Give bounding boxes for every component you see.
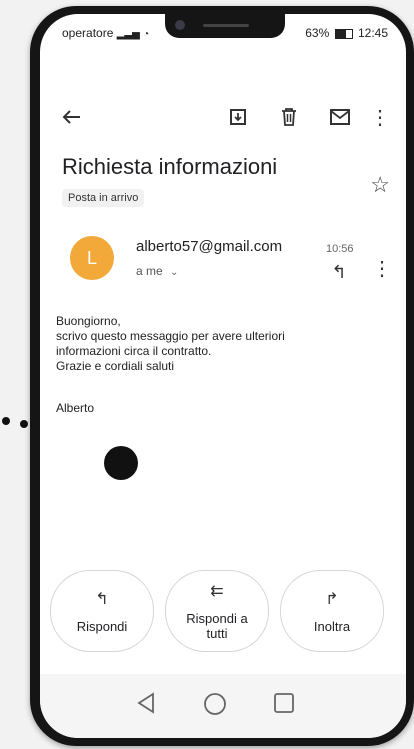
recipient-label: a me [136,264,163,278]
more-vert-icon[interactable]: ⋮ [372,254,392,282]
toolbar: ⋮ [40,102,406,132]
back-arrow-icon[interactable] [56,102,86,132]
status-bar: operatore ▂▃▅ ◔ 63% 12:45 [40,14,406,52]
wifi-icon: ◔ [143,29,150,40]
envelope-icon[interactable] [325,102,355,132]
camera-notch [165,14,285,38]
reply-label: Rispondi [76,618,128,634]
email-subject: Richiesta informazioni [62,154,278,179]
recipient-toggle[interactable]: a me ⌄ [136,264,178,278]
speaker-icon [203,24,249,27]
pointer-dot [104,446,138,480]
camera-icon [175,20,185,30]
home-circle-icon[interactable] [203,692,227,721]
back-triangle-icon[interactable] [136,692,156,719]
inbox-label-badge[interactable]: Posta in arrivo [62,189,145,207]
trash-icon[interactable] [274,102,304,132]
archive-icon[interactable] [223,102,253,132]
forward-button[interactable]: ↱ Inoltra [280,570,384,652]
body-line: Buongiorno, [56,314,121,328]
reply-icon: ↰ [95,590,109,608]
clock: 12:45 [357,26,388,40]
body-line: informazioni circa il contratto. [56,344,212,358]
body-line: Grazie e cordiali saluti [56,359,175,373]
reply-all-icon: ⇇ [210,583,224,600]
body-line: scrivo questo messaggio per avere ulteri… [56,329,285,343]
email-signature: Alberto [56,401,95,415]
battery-level: 63% [305,26,330,40]
reply-all-button[interactable]: ⇇ Rispondi a tutti [165,570,269,652]
avatar[interactable]: L [70,236,114,280]
reply-all-label: Rispondi a tutti [186,611,248,641]
android-nav-bar [40,674,406,738]
signal-icon: ▂▃▅ [116,29,140,40]
phone-screen: operatore ▂▃▅ ◔ 63% 12:45 ⋮ Richiesta in… [40,14,406,738]
forward-label: Inoltra [313,618,351,634]
status-right: 63% 12:45 [305,26,388,40]
reply-button[interactable]: ↰ Rispondi [50,570,154,652]
reply-icon[interactable]: ↰ [326,260,352,284]
star-icon[interactable]: ☆ [370,172,390,198]
battery-icon [334,28,353,39]
sender-email: alberto57@gmail.com [136,238,283,255]
email-time: 10:56 [326,243,354,255]
forward-icon: ↱ [325,590,339,608]
carrier-label: operatore ▂▃▅ ◔ [62,26,150,40]
recents-square-icon[interactable] [273,692,295,719]
more-vert-icon[interactable]: ⋮ [370,102,390,132]
email-body: Buongiorno, scrivo questo messaggio per … [56,314,376,374]
chevron-down-icon: ⌄ [170,267,179,278]
